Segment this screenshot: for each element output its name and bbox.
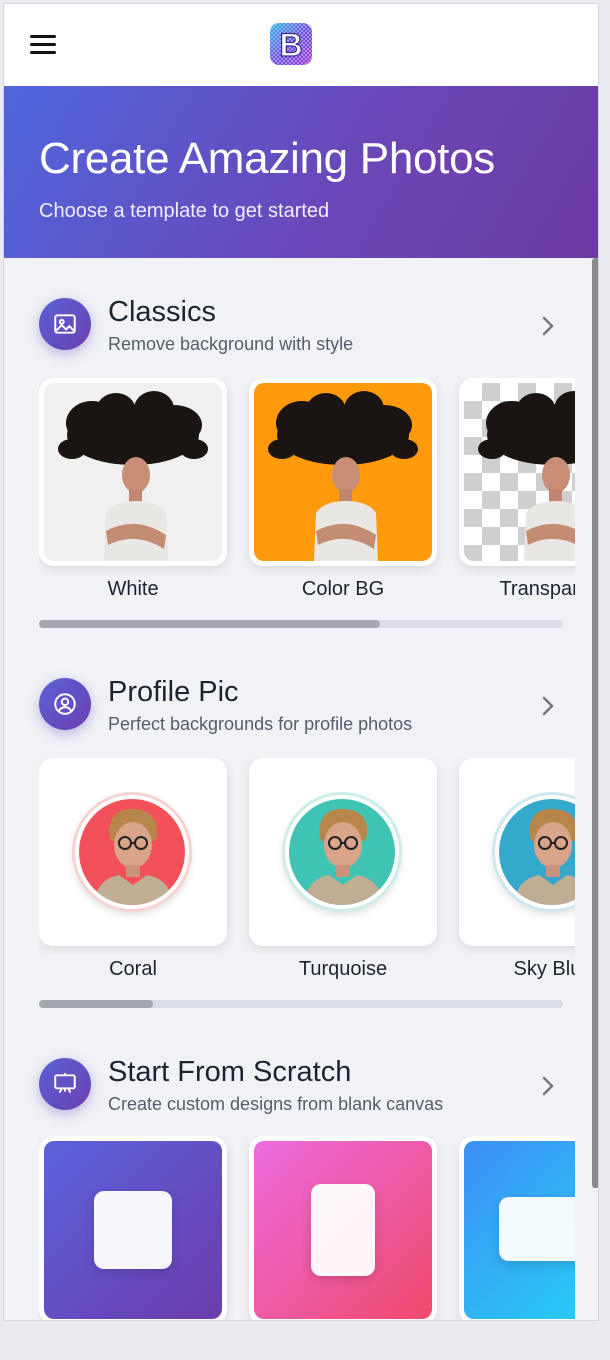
woman-hair-photo [478, 391, 575, 561]
canvas-card-landscape[interactable] [459, 1136, 575, 1320]
chevron-right-icon[interactable] [538, 1072, 558, 1100]
template-card-white[interactable] [39, 378, 227, 566]
canvas-card-portrait[interactable] [249, 1136, 437, 1320]
template-label: Coral [109, 958, 157, 980]
canvas-card-square[interactable] [39, 1136, 227, 1320]
template-card-sky-blue[interactable] [459, 758, 575, 946]
template-label: White [107, 578, 159, 600]
section-profile-pic: Profile Pic Perfect backgrounds for prof… [4, 638, 598, 1018]
woman-hair-photo [58, 391, 208, 561]
square-canvas-shape [94, 1191, 172, 1269]
portrait-photo [513, 808, 575, 905]
portrait-photo [303, 808, 383, 905]
hero-subtitle: Choose a template to get started [39, 200, 330, 222]
carousel-scrollbar[interactable] [39, 1000, 563, 1008]
top-bar: B [4, 4, 598, 86]
svg-text:B: B [279, 27, 302, 63]
template-carousel[interactable] [39, 1136, 575, 1320]
landscape-canvas-shape [499, 1197, 575, 1261]
carousel-scroll-thumb[interactable] [39, 620, 380, 628]
template-carousel[interactable]: Coral Turquoise Sky Bl [39, 758, 575, 990]
chevron-right-icon[interactable] [538, 312, 558, 340]
section-title: Classics [108, 296, 216, 328]
section-title: Start From Scratch [108, 1056, 352, 1088]
carousel-scrollbar[interactable] [39, 620, 563, 628]
section-classics: Classics Remove background with style Wh… [4, 258, 598, 638]
section-title: Profile Pic [108, 676, 239, 708]
template-label: Sky Blue [513, 958, 575, 980]
user-circle-icon [39, 678, 91, 730]
app-frame: B Create Amazing Photos Choose a templat… [3, 3, 599, 1321]
hamburger-menu-icon[interactable] [30, 35, 56, 55]
hero-banner: Create Amazing Photos Choose a template … [4, 86, 598, 258]
template-card-turquoise[interactable] [249, 758, 437, 946]
template-label: Turquoise [298, 958, 388, 980]
app-logo[interactable]: B [269, 22, 313, 66]
image-icon [39, 298, 91, 350]
hero-title: Create Amazing Photos [39, 134, 495, 183]
template-card-color-bg[interactable] [249, 378, 437, 566]
section-subtitle: Create custom designs from blank canvas [108, 1094, 444, 1114]
portrait-photo [93, 808, 173, 905]
section-subtitle: Remove background with style [108, 334, 354, 354]
portrait-canvas-shape [311, 1184, 375, 1276]
template-card-transparent[interactable] [459, 378, 575, 566]
template-label: Color BG [301, 578, 385, 600]
chevron-right-icon[interactable] [538, 692, 558, 720]
woman-hair-photo [268, 391, 418, 561]
section-start-from-scratch: Start From Scratch Create custom designs… [4, 1018, 598, 1320]
template-carousel[interactable]: White Color BG Transpa [39, 378, 575, 610]
easel-icon [39, 1058, 91, 1110]
template-card-coral[interactable] [39, 758, 227, 946]
carousel-scroll-thumb[interactable] [39, 1000, 153, 1008]
template-label: Transparent [499, 578, 575, 600]
section-subtitle: Perfect backgrounds for profile photos [108, 714, 413, 734]
